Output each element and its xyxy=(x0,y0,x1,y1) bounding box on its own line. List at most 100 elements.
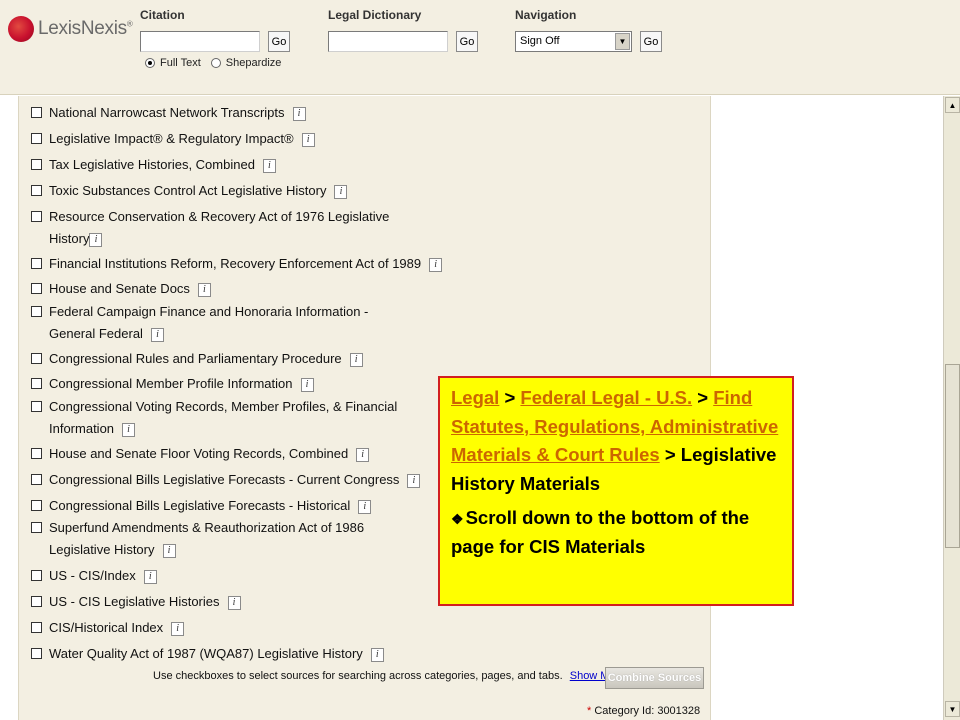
source-item: CIS/Historical Index i xyxy=(31,617,185,639)
info-icon[interactable]: i xyxy=(334,184,348,199)
source-item: Congressional Bills Legislative Forecast… xyxy=(31,469,421,491)
source-checkbox[interactable] xyxy=(31,570,42,581)
info-icon[interactable]: i xyxy=(292,106,306,121)
source-item: Congressional Voting Records, Member Pro… xyxy=(31,396,411,440)
source-checkbox[interactable] xyxy=(31,500,42,511)
source-label[interactable]: Tax Legislative Histories, Combined xyxy=(49,157,255,172)
source-checkbox[interactable] xyxy=(31,448,42,459)
source-checkbox[interactable] xyxy=(31,185,42,196)
source-label[interactable]: National Narrowcast Network Transcripts xyxy=(49,105,285,120)
source-label[interactable]: CIS/Historical Index xyxy=(49,620,163,635)
source-item: Financial Institutions Reform, Recovery … xyxy=(31,253,443,275)
source-item: Tax Legislative Histories, Combined i xyxy=(31,154,276,176)
info-icon[interactable]: i xyxy=(262,158,276,173)
citation-mode-radios: Full Text Shepardize xyxy=(145,57,291,69)
source-label[interactable]: Congressional Bills Legislative Forecast… xyxy=(49,472,399,487)
source-checkbox[interactable] xyxy=(31,353,42,364)
source-checkbox[interactable] xyxy=(31,159,42,170)
info-icon[interactable]: i xyxy=(358,499,372,514)
source-item: US - CIS Legislative Histories i xyxy=(31,591,241,613)
info-icon[interactable]: i xyxy=(150,327,164,342)
full-text-radio[interactable] xyxy=(145,58,155,68)
source-label[interactable]: US - CIS/Index xyxy=(49,568,136,583)
diamond-bullet-icon: ❖ xyxy=(451,511,464,527)
scroll-down-icon[interactable]: ▼ xyxy=(945,701,960,717)
source-item: Congressional Bills Legislative Forecast… xyxy=(31,495,372,517)
logo-mark-icon xyxy=(8,16,34,42)
info-icon[interactable]: i xyxy=(122,422,136,437)
navigation-select[interactable]: Sign Off ▼ xyxy=(515,31,632,52)
source-checkbox[interactable] xyxy=(31,596,42,607)
callout-note-text: Scroll down to the bottom of the page fo… xyxy=(451,507,750,557)
info-icon[interactable]: i xyxy=(227,595,241,610)
source-label[interactable]: Congressional Voting Records, Member Pro… xyxy=(49,399,397,436)
info-icon[interactable]: i xyxy=(197,282,211,297)
source-checkbox[interactable] xyxy=(31,107,42,118)
breadcrumb-federal-link[interactable]: Federal Legal - U.S. xyxy=(520,387,692,408)
breadcrumb-separator: > xyxy=(504,387,516,408)
source-checkbox[interactable] xyxy=(31,401,42,412)
source-checkbox[interactable] xyxy=(31,622,42,633)
citation-go-button[interactable]: Go xyxy=(268,31,290,52)
source-checkbox[interactable] xyxy=(31,306,42,317)
navigation-go-button[interactable]: Go xyxy=(640,31,662,52)
citation-input[interactable] xyxy=(140,31,260,52)
source-checkbox[interactable] xyxy=(31,474,42,485)
navigation-callout: Legal > Federal Legal - U.S. > Find Stat… xyxy=(438,376,794,606)
navigation-label: Navigation xyxy=(515,8,577,22)
source-item: House and Senate Docs i xyxy=(31,278,211,300)
dictionary-go-button[interactable]: Go xyxy=(456,31,478,52)
breadcrumb-separator: > xyxy=(664,444,676,465)
source-label[interactable]: Congressional Member Profile Information xyxy=(49,376,293,391)
scrollbar-thumb[interactable] xyxy=(945,364,960,548)
info-icon[interactable]: i xyxy=(171,621,185,636)
source-label[interactable]: Superfund Amendments & Reauthorization A… xyxy=(49,520,364,557)
source-label[interactable]: Congressional Rules and Parliamentary Pr… xyxy=(49,351,342,366)
top-toolbar: LexisNexis® Citation Go Legal Dictionary… xyxy=(0,0,960,95)
full-text-label: Full Text xyxy=(160,57,201,69)
navigation-selected-value: Sign Off xyxy=(520,35,560,47)
info-icon[interactable]: i xyxy=(301,132,315,147)
info-icon[interactable]: i xyxy=(370,647,384,662)
info-icon[interactable]: i xyxy=(356,447,370,462)
info-icon[interactable]: i xyxy=(300,377,314,392)
source-item: Federal Campaign Finance and Honoraria I… xyxy=(31,301,411,345)
info-icon[interactable]: i xyxy=(349,352,363,367)
source-label[interactable]: Financial Institutions Reform, Recovery … xyxy=(49,256,421,271)
source-label[interactable]: Federal Campaign Finance and Honoraria I… xyxy=(49,304,368,341)
source-checkbox[interactable] xyxy=(31,211,42,222)
source-checkbox[interactable] xyxy=(31,133,42,144)
breadcrumb-legal-link[interactable]: Legal xyxy=(451,387,499,408)
source-label[interactable]: Legislative Impact® & Regulatory Impact® xyxy=(49,131,294,146)
source-label[interactable]: Toxic Substances Control Act Legislative… xyxy=(49,183,326,198)
source-checkbox[interactable] xyxy=(31,283,42,294)
source-item: Congressional Member Profile Information… xyxy=(31,373,314,395)
source-checkbox[interactable] xyxy=(31,378,42,389)
info-icon[interactable]: i xyxy=(89,232,103,247)
source-label[interactable]: House and Senate Floor Voting Records, C… xyxy=(49,446,348,461)
source-item: Congressional Rules and Parliamentary Pr… xyxy=(31,348,363,370)
source-item: US - CIS/Index i xyxy=(31,565,157,587)
shepardize-label: Shepardize xyxy=(225,57,282,69)
lexisnexis-logo[interactable]: LexisNexis® xyxy=(8,16,133,42)
source-item: House and Senate Floor Voting Records, C… xyxy=(31,443,370,465)
source-item: Toxic Substances Control Act Legislative… xyxy=(31,180,348,202)
info-icon[interactable]: i xyxy=(407,473,421,488)
source-label[interactable]: Congressional Bills Legislative Forecast… xyxy=(49,498,350,513)
vertical-scrollbar[interactable]: ▲ ▼ xyxy=(943,96,960,720)
info-icon[interactable]: i xyxy=(162,543,176,558)
left-margin xyxy=(0,96,18,720)
source-checkbox[interactable] xyxy=(31,258,42,269)
source-label[interactable]: US - CIS Legislative Histories xyxy=(49,594,220,609)
combine-sources-button[interactable]: Combine Sources xyxy=(605,667,704,689)
info-icon[interactable]: i xyxy=(143,569,157,584)
chevron-down-icon[interactable]: ▼ xyxy=(615,33,630,50)
dictionary-input[interactable] xyxy=(328,31,448,52)
source-label[interactable]: House and Senate Docs xyxy=(49,281,190,296)
info-icon[interactable]: i xyxy=(429,257,443,272)
shepardize-radio[interactable] xyxy=(210,58,221,68)
source-label[interactable]: Water Quality Act of 1987 (WQA87) Legisl… xyxy=(49,646,363,661)
source-checkbox[interactable] xyxy=(31,648,42,659)
source-checkbox[interactable] xyxy=(31,522,42,533)
scroll-up-icon[interactable]: ▲ xyxy=(945,97,960,113)
